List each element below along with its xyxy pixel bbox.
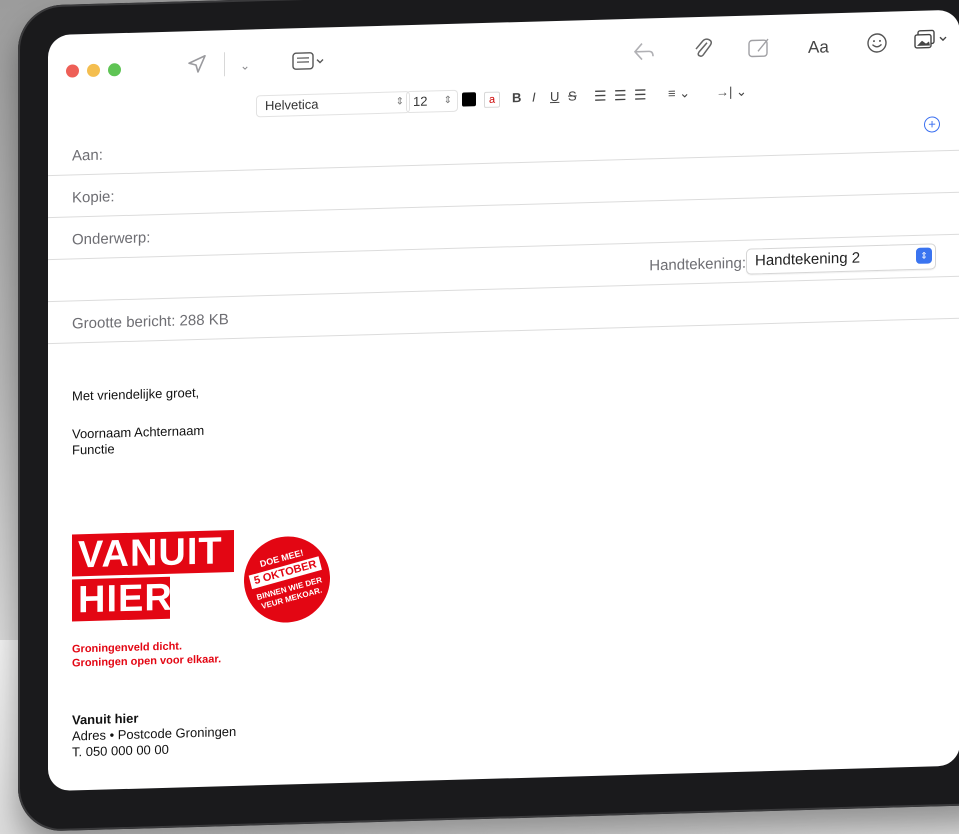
emoji-icon[interactable] <box>866 32 888 55</box>
to-label: Aan: <box>72 146 103 165</box>
font-size-select[interactable]: 12 ⇕ <box>406 89 458 114</box>
signature-footer: Vanuit hier Adres • Postcode Groningen T… <box>72 708 236 761</box>
font-size-value: 12 <box>413 93 428 109</box>
sender-role: Functie <box>72 441 115 458</box>
signature-select[interactable]: Handtekening 2 ⇕ <box>746 243 936 275</box>
subject-label: Onderwerp: <box>72 229 151 249</box>
header-fields-icon[interactable] <box>292 51 326 72</box>
event-badge: DOE MEE! 5 OKTOBER BINNEN WIE DER VEUR M… <box>234 526 340 633</box>
mail-compose-window: ⌄ Aa Helvetica ⇕ 12 ⇕ a B I U S ☰ ☰ ☰ ≡ … <box>48 9 959 792</box>
cc-label: Kopie: <box>72 188 115 207</box>
text-color-swatch[interactable] <box>462 92 476 107</box>
logo-word-2: HIER <box>72 577 173 622</box>
tagline-line-2: Groningen open voor elkaar. <box>72 653 222 670</box>
highlight-color-icon[interactable]: a <box>484 91 500 108</box>
list-icon[interactable]: ≡ ⌄ <box>668 85 690 102</box>
attachment-icon[interactable] <box>692 37 714 62</box>
align-left-icon[interactable]: ☰ <box>594 88 607 105</box>
align-center-icon[interactable]: ☰ <box>614 87 627 104</box>
photo-browser-icon[interactable] <box>914 28 950 53</box>
phone: T. 050 000 00 00 <box>72 741 169 760</box>
italic-button[interactable]: I <box>532 90 536 105</box>
sender-name: Voornaam Achternaam <box>72 422 205 442</box>
reply-icon[interactable] <box>632 40 656 63</box>
minimize-dot[interactable] <box>87 63 100 78</box>
font-family-select[interactable]: Helvetica ⇕ <box>256 91 410 118</box>
underline-button[interactable]: U <box>550 89 559 104</box>
vanuit-hier-logo: VANUIT HIER <box>72 529 234 622</box>
updown-chevron-icon: ⇕ <box>395 96 404 108</box>
message-size-label: Grootte bericht: 288 KB <box>72 311 229 333</box>
signature-value: Handtekening 2 <box>755 249 861 270</box>
format-icon[interactable]: Aa <box>808 35 829 60</box>
font-family-value: Helvetica <box>265 96 319 114</box>
updown-chevron-icon: ⇕ <box>916 247 932 264</box>
window-controls <box>66 63 121 78</box>
tagline: Groningenveld dicht. Groningen open voor… <box>72 638 221 670</box>
align-right-icon[interactable]: ☰ <box>634 86 647 103</box>
tablet-frame: ⌄ Aa Helvetica ⇕ 12 ⇕ a B I U S ☰ ☰ ☰ ≡ … <box>18 0 959 832</box>
signature-label: Handtekening: <box>649 254 746 275</box>
bold-button[interactable]: B <box>512 90 521 105</box>
add-contact-icon[interactable]: + <box>924 116 940 133</box>
toolbar-separator <box>224 52 225 77</box>
logo-word-1: VANUIT <box>72 529 234 577</box>
zoom-dot[interactable] <box>108 63 121 77</box>
markup-icon[interactable] <box>748 37 772 60</box>
close-dot[interactable] <box>66 64 79 78</box>
indent-icon[interactable]: →| ⌄ <box>716 84 747 101</box>
send-icon[interactable] <box>186 53 208 76</box>
updown-chevron-icon: ⇕ <box>443 94 452 107</box>
chevron-down-icon[interactable]: ⌄ <box>240 54 250 78</box>
strikethrough-button[interactable]: S <box>568 88 577 103</box>
greeting-text: Met vriendelijke groet, <box>72 384 200 404</box>
